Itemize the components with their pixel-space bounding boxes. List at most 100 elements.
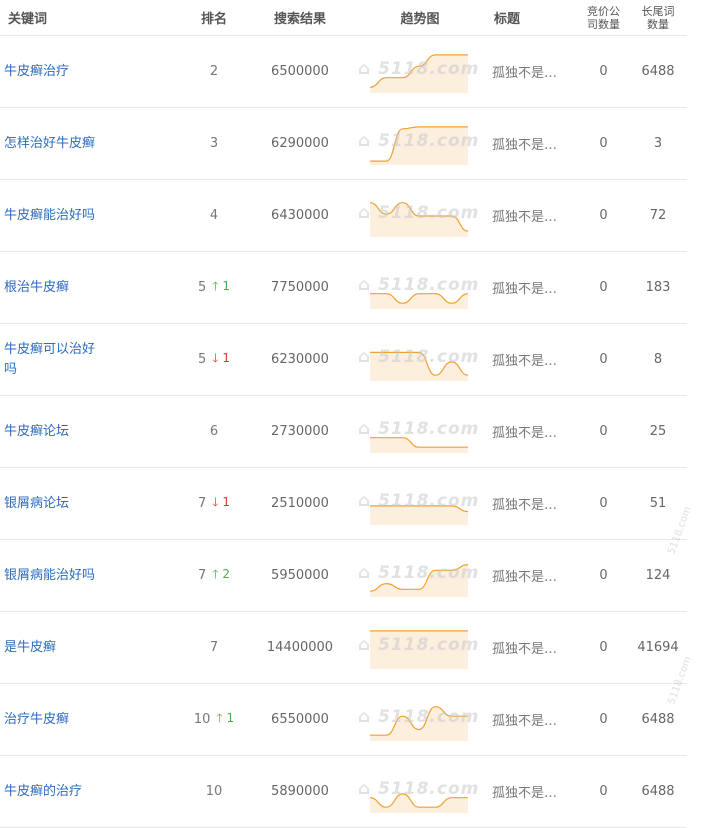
rank-cell: 7 🡓 1 bbox=[178, 468, 250, 539]
keyword-link[interactable]: 牛皮癣论坛 bbox=[4, 422, 69, 442]
rank-change-up-icon: 🡑 2 bbox=[212, 567, 230, 581]
header-rank[interactable]: 排名 bbox=[178, 0, 250, 35]
title-value[interactable]: 孤独不是… bbox=[492, 278, 557, 297]
bid-cell: 0 bbox=[578, 540, 629, 611]
bid-value: 0 bbox=[599, 784, 608, 799]
header-bid-companies[interactable]: 竞价公司数量 bbox=[578, 0, 629, 35]
keyword-table: 关键词 排名 搜索结果 趋势图 标题 竞价公司数量 长尾词数量 牛皮癣治疗 2 … bbox=[0, 0, 687, 828]
trend-chart[interactable]: ⌂ 5118.com bbox=[358, 769, 478, 815]
table-row: 牛皮癣可以治好吗 5 🡓 1 6230000 ⌂ 5118.com 孤独不是… 0… bbox=[0, 324, 687, 396]
title-cell: 孤独不是… bbox=[490, 612, 578, 683]
title-value[interactable]: 孤独不是… bbox=[492, 350, 557, 369]
keyword-link[interactable]: 治疗牛皮癣 bbox=[4, 710, 69, 730]
rank-change-value: 2 bbox=[222, 567, 230, 581]
longtail-value[interactable]: 72 bbox=[650, 208, 667, 223]
table-row: 牛皮癣治疗 2 6500000 ⌂ 5118.com 孤独不是… 0 6488 bbox=[0, 36, 687, 108]
longtail-value[interactable]: 8 bbox=[654, 352, 662, 367]
title-value[interactable]: 孤独不是… bbox=[492, 710, 557, 729]
trend-chart[interactable]: ⌂ 5118.com bbox=[358, 553, 478, 599]
header-title: 标题 bbox=[490, 0, 578, 35]
rank-value: 5 bbox=[198, 280, 207, 295]
results-value: 2510000 bbox=[271, 496, 329, 511]
rank-cell: 10 🡑 1 bbox=[178, 684, 250, 755]
rank-value: 2 bbox=[209, 64, 219, 79]
rank-cell: 7 🡑 2 bbox=[178, 540, 250, 611]
watermark-logo: ⌂ 5118.com bbox=[358, 490, 480, 511]
trend-cell: ⌂ 5118.com bbox=[350, 756, 490, 827]
rank-cell: 4 bbox=[178, 180, 250, 251]
header-longtail-label: 长尾词数量 bbox=[641, 4, 675, 31]
keyword-link[interactable]: 牛皮癣治疗 bbox=[4, 62, 69, 82]
rank-change-value: 1 bbox=[222, 495, 230, 509]
bid-value: 0 bbox=[599, 424, 608, 439]
trend-chart[interactable]: ⌂ 5118.com bbox=[358, 49, 478, 95]
keyword-link[interactable]: 银屑病能治好吗 bbox=[4, 566, 95, 586]
bid-value: 0 bbox=[599, 496, 608, 511]
trend-chart[interactable]: ⌂ 5118.com bbox=[358, 265, 478, 311]
title-value[interactable]: 孤独不是… bbox=[492, 638, 557, 657]
longtail-value[interactable]: 6488 bbox=[641, 64, 674, 79]
watermark-logo: ⌂ 5118.com bbox=[358, 418, 480, 439]
title-cell: 孤独不是… bbox=[490, 540, 578, 611]
rank-value: 4 bbox=[209, 208, 219, 223]
keyword-link[interactable]: 根治牛皮癣 bbox=[4, 278, 69, 298]
trend-chart[interactable]: ⌂ 5118.com bbox=[358, 697, 478, 743]
trend-chart[interactable]: ⌂ 5118.com bbox=[358, 409, 478, 455]
longtail-value[interactable]: 25 bbox=[650, 424, 667, 439]
keyword-cell: 牛皮癣论坛 bbox=[0, 396, 178, 467]
longtail-value[interactable]: 6488 bbox=[641, 712, 674, 727]
trend-cell: ⌂ 5118.com bbox=[350, 396, 490, 467]
trend-area bbox=[370, 293, 468, 309]
trend-chart[interactable]: ⌂ 5118.com bbox=[358, 337, 478, 383]
keyword-link[interactable]: 怎样治好牛皮癣 bbox=[4, 134, 95, 154]
trend-chart[interactable]: ⌂ 5118.com bbox=[358, 121, 478, 167]
longtail-value[interactable]: 3 bbox=[654, 136, 662, 151]
keyword-link[interactable]: 牛皮癣的治疗 bbox=[4, 782, 82, 802]
results-cell: 6290000 bbox=[250, 108, 350, 179]
results-value: 14400000 bbox=[266, 640, 334, 655]
trend-chart[interactable]: ⌂ 5118.com bbox=[358, 193, 478, 239]
rank-cell: 6 bbox=[178, 396, 250, 467]
rank-change-value: 1 bbox=[226, 711, 235, 725]
trend-cell: ⌂ 5118.com bbox=[350, 540, 490, 611]
keyword-link[interactable]: 是牛皮癣 bbox=[4, 638, 56, 658]
title-value[interactable]: 孤独不是… bbox=[492, 206, 557, 225]
rank-cell: 2 bbox=[178, 36, 250, 107]
keyword-cell: 是牛皮癣 bbox=[0, 612, 178, 683]
trend-chart[interactable]: ⌂ 5118.com bbox=[358, 481, 478, 527]
bid-cell: 0 bbox=[578, 252, 629, 323]
longtail-cell: 25 bbox=[629, 396, 687, 467]
longtail-value[interactable]: 124 bbox=[646, 568, 671, 583]
keyword-cell: 牛皮癣治疗 bbox=[0, 36, 178, 107]
results-value: 5950000 bbox=[271, 568, 329, 583]
table-row: 牛皮癣的治疗 10 5890000 ⌂ 5118.com 孤独不是… 0 648… bbox=[0, 756, 687, 828]
title-value[interactable]: 孤独不是… bbox=[492, 62, 557, 81]
longtail-value[interactable]: 183 bbox=[646, 280, 671, 295]
longtail-value[interactable]: 51 bbox=[650, 496, 667, 511]
title-value[interactable]: 孤独不是… bbox=[492, 566, 557, 585]
header-longtail[interactable]: 长尾词数量 bbox=[629, 0, 687, 35]
keyword-link[interactable]: 牛皮癣能治好吗 bbox=[4, 206, 95, 226]
longtail-value[interactable]: 6488 bbox=[641, 784, 674, 799]
rank-value: 3 bbox=[209, 136, 219, 151]
header-results[interactable]: 搜索结果 bbox=[250, 0, 350, 35]
table-header: 关键词 排名 搜索结果 趋势图 标题 竞价公司数量 长尾词数量 bbox=[0, 0, 687, 36]
results-cell: 6550000 bbox=[250, 684, 350, 755]
title-value[interactable]: 孤独不是… bbox=[492, 422, 557, 441]
rank-value: 7 bbox=[209, 640, 219, 655]
results-value: 6290000 bbox=[271, 136, 329, 151]
trend-cell: ⌂ 5118.com bbox=[350, 36, 490, 107]
table-row: 牛皮癣论坛 6 2730000 ⌂ 5118.com 孤独不是… 0 25 bbox=[0, 396, 687, 468]
keyword-link[interactable]: 银屑病论坛 bbox=[4, 494, 69, 514]
trend-chart[interactable]: ⌂ 5118.com bbox=[358, 625, 478, 671]
watermark-logo: ⌂ 5118.com bbox=[358, 778, 480, 799]
watermark-logo: ⌂ 5118.com bbox=[358, 634, 480, 655]
longtail-value[interactable]: 41694 bbox=[637, 640, 678, 655]
keyword-link[interactable]: 牛皮癣可以治好吗 bbox=[4, 340, 100, 380]
header-keyword[interactable]: 关键词 bbox=[0, 0, 178, 35]
title-value[interactable]: 孤独不是… bbox=[492, 494, 557, 513]
title-value[interactable]: 孤独不是… bbox=[492, 782, 557, 801]
keyword-cell: 牛皮癣可以治好吗 bbox=[0, 324, 178, 395]
title-value[interactable]: 孤独不是… bbox=[492, 134, 557, 153]
results-cell: 6430000 bbox=[250, 180, 350, 251]
